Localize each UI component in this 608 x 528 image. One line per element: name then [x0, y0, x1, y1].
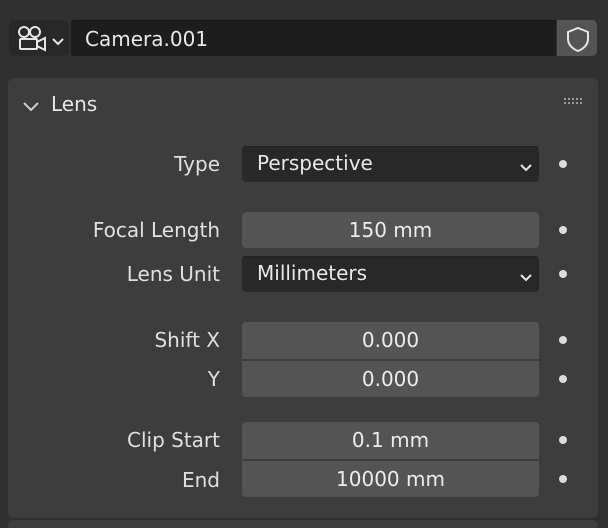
datablock-header: Camera.001	[0, 0, 608, 66]
shift-x-field[interactable]: 0.000	[242, 322, 539, 359]
datablock-type-button[interactable]	[9, 20, 69, 56]
lens-unit-dropdown[interactable]: Millimeters	[242, 256, 539, 291]
type-dropdown[interactable]: Perspective	[242, 146, 539, 181]
keyframe-dot-icon[interactable]	[559, 160, 567, 168]
chevron-down-icon	[519, 158, 533, 177]
shift-y-field[interactable]: 0.000	[242, 361, 539, 397]
clip-start-field[interactable]: 0.1 mm	[242, 422, 539, 459]
lens-panel: Lens Type Perspective Focal Length 150 m…	[8, 78, 598, 518]
clip-end-label: End	[181, 468, 220, 492]
next-panel-edge	[8, 520, 598, 528]
datablock-name-field[interactable]: Camera.001	[71, 20, 556, 56]
clip-end-value: 10000 mm	[336, 467, 445, 491]
clip-start-label: Clip Start	[127, 428, 220, 452]
focal-length-value: 150 mm	[348, 218, 433, 242]
shift-x-value: 0.000	[361, 328, 420, 352]
clip-end-field[interactable]: 10000 mm	[242, 461, 539, 497]
keyframe-dot-icon[interactable]	[559, 475, 567, 483]
shift-y-label: Y	[207, 367, 220, 391]
keyframe-dot-icon[interactable]	[559, 436, 567, 444]
focal-length-field[interactable]: 150 mm	[242, 212, 539, 248]
clip-start-value: 0.1 mm	[351, 428, 430, 452]
keyframe-dot-icon[interactable]	[559, 270, 567, 278]
keyframe-dot-icon[interactable]	[559, 375, 567, 383]
keyframe-dot-icon[interactable]	[559, 226, 567, 234]
chevron-down-icon	[519, 268, 533, 287]
datablock-name-text: Camera.001	[85, 27, 209, 51]
type-value: Perspective	[257, 151, 373, 175]
chevron-down-icon	[51, 32, 65, 51]
keyframe-dot-icon[interactable]	[559, 336, 567, 344]
panel-title: Lens	[51, 92, 98, 116]
fake-user-button[interactable]	[557, 20, 597, 56]
type-label: Type	[174, 152, 220, 176]
shift-y-value: 0.000	[361, 367, 420, 391]
shift-x-label: Shift X	[154, 328, 220, 352]
chevron-down-icon[interactable]	[22, 98, 40, 117]
lens-unit-label: Lens Unit	[126, 262, 220, 286]
lens-panel-header[interactable]: Lens	[8, 78, 598, 128]
focal-length-label: Focal Length	[92, 218, 220, 242]
camera-data-icon	[15, 24, 49, 56]
lens-unit-value: Millimeters	[257, 261, 368, 285]
